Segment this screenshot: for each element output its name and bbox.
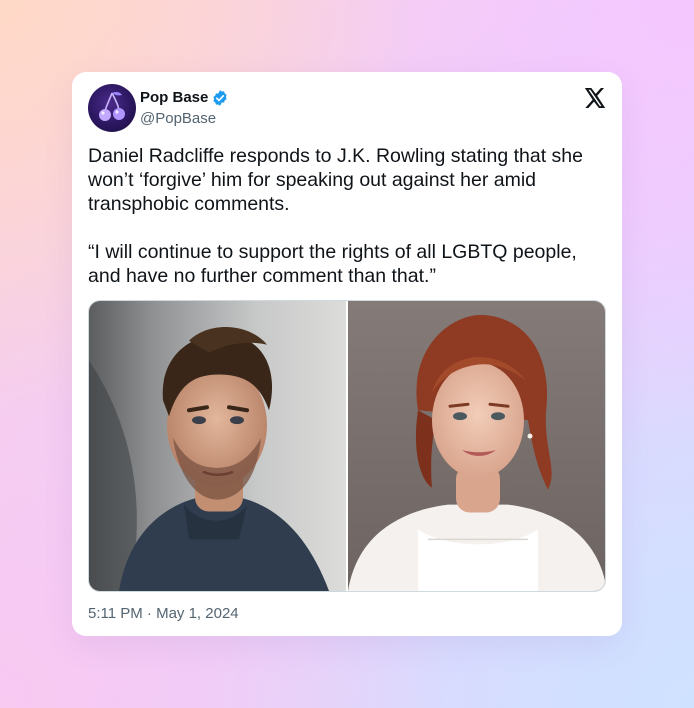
tweet-media[interactable] [88, 300, 606, 592]
author-handle[interactable]: @PopBase [140, 110, 216, 128]
tweet-card[interactable]: Pop Base @PopBase Daniel Radcliffe respo… [72, 72, 622, 636]
x-logo-icon[interactable] [582, 86, 606, 110]
author-name-row[interactable]: Pop Base [140, 88, 229, 108]
tweet-timestamp[interactable]: 5:11 PM · May 1, 2024 [88, 605, 239, 623]
man-portrait-photo[interactable] [89, 301, 346, 591]
woman-portrait-photo[interactable] [348, 301, 605, 591]
tweet-text: Daniel Radcliffe responds to J.K. Rowlin… [88, 144, 608, 288]
verified-badge-icon [213, 90, 227, 106]
tweet-paragraph: Daniel Radcliffe responds to J.K. Rowlin… [88, 145, 583, 215]
avatar[interactable] [88, 84, 136, 132]
display-name[interactable]: Pop Base [140, 88, 208, 108]
tweet-paragraph: “I will continue to support the rights o… [88, 241, 577, 287]
cherries-logo-icon [99, 91, 125, 121]
